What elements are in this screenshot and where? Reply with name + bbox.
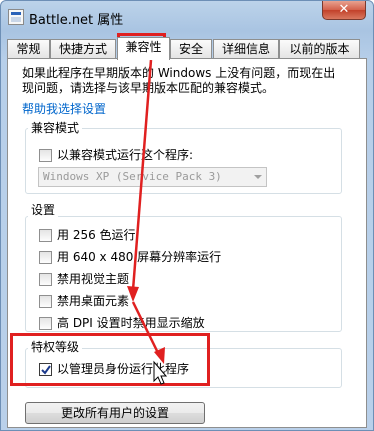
compat-mode-checkbox[interactable] [39,149,52,162]
tab-compatibility[interactable]: 兼容性 [117,37,170,60]
tab-general[interactable]: 常规 [7,39,50,59]
checkmark-icon [41,365,51,375]
intro-line-2: 现问题，请选择与该早期版本匹配的兼容模式。 [22,81,275,95]
run-640x480-checkbox[interactable] [39,251,52,264]
app-icon [8,9,24,25]
intro-line-1: 如果此程序在早期版本的 Windows 上没有问题，而现在出 [22,66,336,80]
run-256-colors-checkbox[interactable] [39,229,52,242]
tab-details[interactable]: 详细信息 [213,39,279,59]
close-icon: ✕ [338,2,350,17]
disable-visual-themes-label[interactable]: 禁用视觉主题 [57,272,129,286]
run-640x480-label[interactable]: 用 640 x 480 屏幕分辨率运行 [57,250,221,264]
run-256-colors-label[interactable]: 用 256 色运行 [57,228,136,242]
run-as-admin-checkbox[interactable] [39,363,52,376]
disable-desktop-composition-checkbox[interactable] [39,295,52,308]
disable-visual-themes-checkbox[interactable] [39,273,52,286]
change-all-users-settings-button[interactable]: 更改所有用户的设置 [25,402,205,424]
title-bar[interactable]: Battle.net 属性 ✕ [1,1,373,33]
intro-text: 如果此程序在早期版本的 Windows 上没有问题，而现在出 现问题，请选择与该… [22,66,352,96]
os-version-value: Windows XP (Service Pack 3) [43,170,222,183]
compat-mode-label[interactable]: 以兼容模式运行这个程序: [57,148,193,162]
privilege-title: 特权等级 [28,340,83,354]
settings-title: 设置 [28,203,59,217]
tab-security[interactable]: 安全 [170,39,212,59]
disable-dpi-scaling-checkbox[interactable] [39,317,52,330]
help-choose-settings-link[interactable]: 帮助我选择设置 [22,100,106,117]
tab-strip: 常规 快捷方式 兼容性 安全 详细信息 以前的版本 [7,37,367,60]
disable-dpi-scaling-label[interactable]: 高 DPI 设置时禁用显示缩放 [57,316,205,330]
compat-mode-title: 兼容模式 [28,121,83,135]
window-title: Battle.net 属性 [29,13,124,28]
tab-shortcut[interactable]: 快捷方式 [50,39,116,59]
tab-previous-versions[interactable]: 以前的版本 [279,39,360,59]
dropdown-arrow-icon [254,175,262,179]
run-as-admin-label[interactable]: 以管理员身份运行此程序 [57,362,189,376]
os-version-select[interactable]: Windows XP (Service Pack 3) [38,167,267,187]
disable-desktop-composition-label[interactable]: 禁用桌面元素 [57,294,129,308]
close-button[interactable]: ✕ [322,1,366,20]
